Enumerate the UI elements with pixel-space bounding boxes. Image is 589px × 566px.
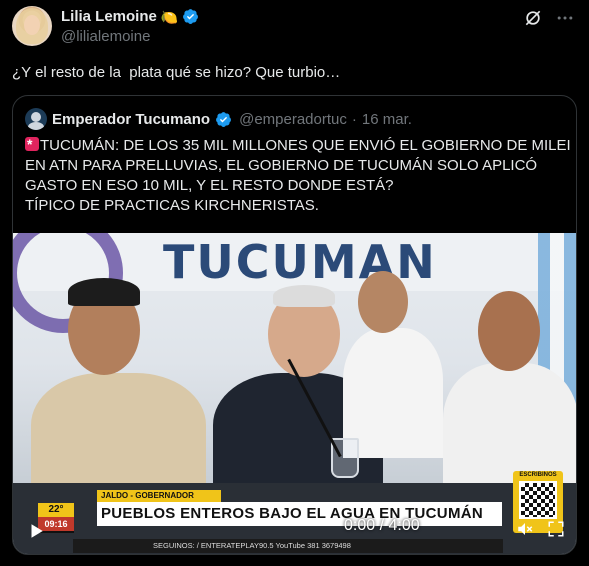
author-handle[interactable]: @lilialemoine — [61, 28, 150, 45]
quoted-author-handle[interactable]: @emperadortuc — [239, 111, 347, 128]
more-icon[interactable] — [555, 8, 575, 28]
siren-emoji-icon — [25, 134, 39, 154]
verified-badge-icon — [216, 111, 232, 127]
quoted-author-display-name[interactable]: Emperador Tucumano — [52, 111, 210, 128]
quoted-post-date[interactable]: 16 mar. — [362, 111, 412, 128]
play-icon[interactable] — [27, 522, 45, 540]
mute-icon[interactable] — [516, 520, 534, 538]
quoted-text-line-4: TÍPICO DE PRACTICAS KIRCHNERISTAS. — [25, 197, 319, 214]
author-name-row: Lilia Lemoine 🍋 — [61, 8, 199, 25]
post-text: ¿Y el resto de la plata qué se hizo? Que… — [12, 64, 341, 81]
separator-dot: · — [351, 110, 357, 128]
quoted-text-line-2: EN ATN PARA PRELLUVIAS, EL GOBIERNO DE T… — [25, 157, 538, 174]
post-header: Lilia Lemoine 🍋 @lilialemoine — [12, 6, 577, 48]
author-avatar[interactable] — [12, 6, 52, 46]
qr-label: ESCRIBINOS — [519, 472, 557, 478]
person-back-head — [358, 271, 408, 333]
person-right-head — [478, 291, 540, 371]
quoted-post-text: TUCUMÁN: DE LOS 35 MIL MILLONES QUE ENVI… — [25, 134, 571, 216]
quoted-text-line-1: TUCUMÁN: DE LOS 35 MIL MILLONES QUE ENVI… — [40, 137, 571, 154]
author-display-name[interactable]: Lilia Lemoine — [61, 8, 157, 25]
quoted-post[interactable]: Emperador Tucumano @emperadortuc · 16 ma… — [12, 95, 577, 555]
video-controls: 0:00 / 4:00 — [13, 506, 576, 554]
quoted-text-line: TUCUMÁN: DE LOS 35 MIL MILLONES QUE ENVI… — [25, 134, 571, 156]
video-time-display: 0:00 / 4:00 — [344, 517, 420, 534]
video-player[interactable]: TUCUMAN 22° 09:16 JALDO - GOBERNADOR PUE… — [13, 233, 576, 554]
quoted-text-line-3: GASTO EN ESO 10 MIL, Y EL RESTO DONDE ES… — [25, 177, 394, 194]
lower-third-tag: JALDO - GOBERNADOR — [97, 490, 221, 502]
quoted-author-avatar[interactable] — [25, 108, 47, 130]
verified-badge-icon — [183, 9, 199, 24]
person-center-hair — [273, 285, 335, 307]
quoted-post-header: Emperador Tucumano @emperadortuc · 16 ma… — [25, 108, 412, 130]
person-left-hair — [68, 278, 140, 306]
lemon-emoji: 🍋 — [160, 8, 179, 25]
fullscreen-icon[interactable] — [547, 520, 565, 538]
grok-icon[interactable] — [523, 8, 543, 28]
